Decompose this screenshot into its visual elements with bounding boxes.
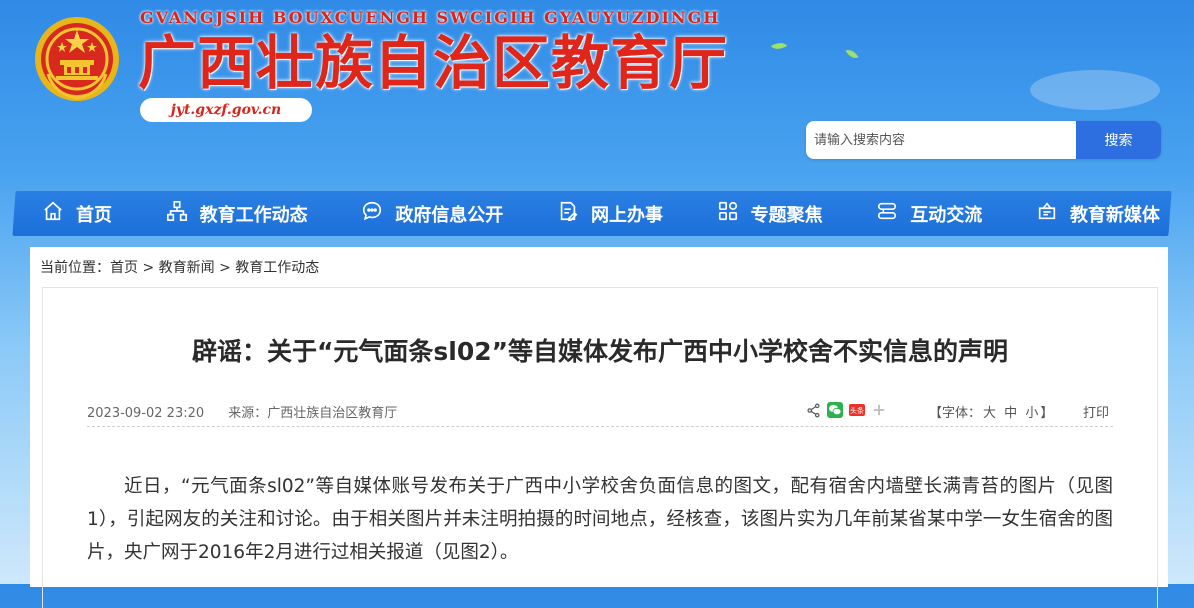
breadcrumb-link-work-updates[interactable]: 教育工作动态 [235, 260, 319, 276]
nav-item-label: 网上办事 [590, 204, 663, 226]
sky-decoration [1030, 70, 1160, 110]
document-edit-icon [557, 200, 579, 227]
breadcrumb-link-home[interactable]: 首页 [110, 260, 138, 276]
breadcrumb-prefix: 当前位置： [40, 260, 110, 276]
leaf-decoration [770, 39, 788, 53]
national-emblem [34, 16, 120, 102]
chat-bubble-icon [361, 200, 383, 227]
nav-item-home[interactable]: 首页 [42, 200, 112, 227]
breadcrumb-separator: > [142, 260, 155, 276]
nav-item-new-media[interactable]: 教育新媒体 [1036, 200, 1160, 227]
breadcrumb: 当前位置：首页 > 教育新闻 > 教育工作动态 [40, 257, 319, 277]
nav-item-special-topics[interactable]: 专题聚焦 [717, 200, 823, 227]
site-title[interactable]: 广西壮族自治区教育厅 [138, 30, 728, 96]
main-nav: 首页 教育工作动态 政府信息公开 网上办事 专题聚焦 互动交流 教育新媒体 [24, 191, 1174, 236]
site-domain: jyt.gxzf.gov.cn [140, 98, 312, 122]
nav-item-interaction[interactable]: 互动交流 [876, 200, 982, 227]
article-body: 近日，“元气面条sl02”等自媒体账号发布关于广西中小学校舍负面信息的图文，配有… [87, 476, 1113, 563]
home-icon [42, 200, 64, 227]
search-input[interactable] [806, 121, 1076, 159]
font-size-small[interactable]: 小 [1025, 406, 1038, 421]
font-size-control: 【字体：大 中 小】 [929, 402, 1053, 421]
wechat-icon[interactable] [827, 402, 843, 418]
meta-divider [87, 426, 1113, 427]
share-icon[interactable] [805, 402, 821, 418]
nav-item-education-news[interactable]: 教育工作动态 [166, 200, 308, 227]
article-source: 来源：广西壮族自治区教育厅 [228, 406, 398, 421]
nav-item-gov-info[interactable]: 政府信息公开 [361, 200, 503, 227]
media-icon [1036, 200, 1058, 227]
article-meta: 2023-09-02 23:20 来源：广西壮族自治区教育厅 [87, 402, 417, 421]
breadcrumb-separator: > [219, 260, 231, 276]
article-title: 辟谣：关于“元气面条sl02”等自媒体发布广西中小学校舍不实信息的声明 [191, 337, 1009, 366]
article-datetime: 2023-09-02 23:20 [87, 406, 205, 421]
grid-icon [717, 200, 739, 227]
site-pinyin-title: GVANGJSIH BOUXCUENGH SWCIGIH GYAUYUZDING… [140, 8, 721, 27]
article-container: 辟谣：关于“元气面条sl02”等自媒体发布广西中小学校舍不实信息的声明 2023… [42, 287, 1158, 608]
toutiao-icon[interactable]: 头条 [849, 402, 865, 418]
nav-item-label: 互动交流 [910, 204, 983, 226]
search-button[interactable]: 搜索 [1076, 121, 1161, 159]
nav-item-label: 专题聚焦 [750, 204, 823, 226]
plus-icon[interactable] [871, 402, 887, 418]
nav-item-label: 首页 [76, 204, 112, 226]
content-panel: 当前位置：首页 > 教育新闻 > 教育工作动态 辟谣：关于“元气面条sl02”等… [30, 247, 1168, 608]
org-chart-icon [166, 200, 188, 227]
nav-item-online-service[interactable]: 网上办事 [557, 200, 663, 227]
share-bar: 头条 [805, 402, 887, 418]
font-size-label: 【字体： [929, 406, 982, 421]
toutiao-label: 头条 [850, 406, 864, 415]
nav-item-label: 教育工作动态 [199, 204, 308, 226]
font-size-large[interactable]: 大 [983, 406, 996, 421]
leaf-decoration [845, 46, 859, 62]
search-bar: 搜索 [806, 121, 1161, 159]
font-size-medium[interactable]: 中 [1004, 406, 1017, 421]
exchange-icon [876, 200, 898, 227]
breadcrumb-link-education-news[interactable]: 教育新闻 [159, 260, 215, 276]
nav-item-label: 教育新媒体 [1069, 204, 1160, 226]
print-button[interactable]: 打印 [1083, 402, 1109, 421]
font-size-end: 】 [1040, 406, 1054, 421]
nav-item-label: 政府信息公开 [395, 204, 504, 226]
